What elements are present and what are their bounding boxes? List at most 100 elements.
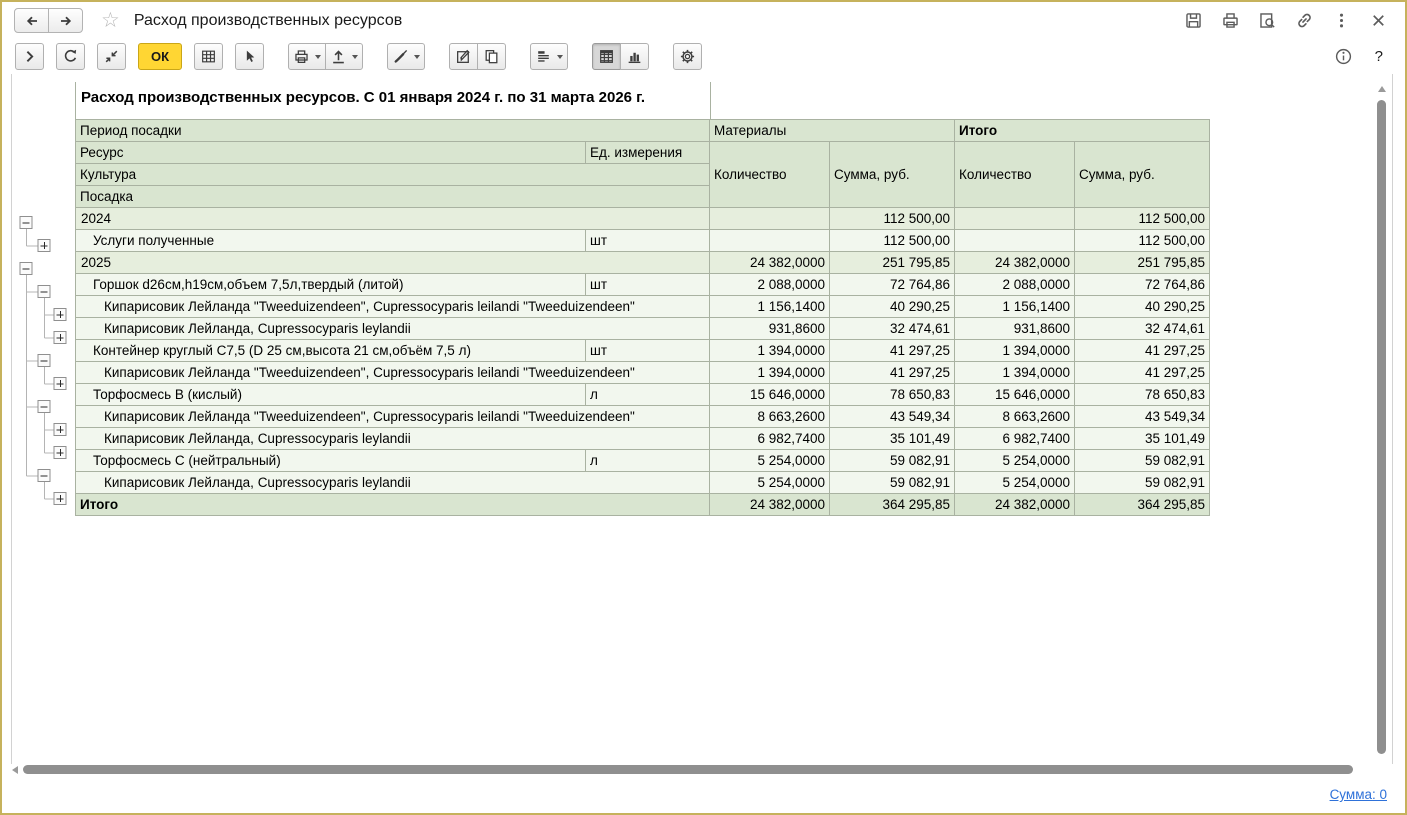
total-qty-cell[interactable]: 1 394,0000 <box>955 340 1075 362</box>
help-button[interactable]: ? <box>1375 48 1383 65</box>
refresh-button[interactable] <box>56 43 85 70</box>
total-sum-cell[interactable]: 41 297,25 <box>1075 362 1210 384</box>
scroll-left-arrow-icon[interactable] <box>12 766 18 774</box>
materials-sum-cell[interactable]: 35 101,49 <box>830 428 955 450</box>
materials-qty-cell[interactable]: 5 254,0000 <box>710 450 830 472</box>
total-sum-cell[interactable]: 43 549,34 <box>1075 406 1210 428</box>
sum-link[interactable]: Сумма: 0 <box>1330 787 1387 802</box>
chart-view-button[interactable] <box>620 43 649 70</box>
outline-levels-button[interactable] <box>530 43 568 70</box>
total-qty-cell[interactable]: 931,8600 <box>955 318 1075 340</box>
settings-button[interactable] <box>673 43 702 70</box>
more-icon[interactable] <box>1330 10 1352 32</box>
tree-expand-button[interactable] <box>54 447 66 459</box>
total-sum-cell[interactable]: 364 295,85 <box>1075 494 1210 516</box>
expand-settings-button[interactable] <box>15 43 44 70</box>
resource-cell[interactable]: Кипарисовик Лейланда "Tweeduizendeen", C… <box>76 362 710 384</box>
materials-sum-cell[interactable]: 59 082,91 <box>830 450 955 472</box>
materials-sum-cell[interactable]: 112 500,00 <box>830 208 955 230</box>
materials-sum-cell[interactable]: 40 290,25 <box>830 296 955 318</box>
format-button[interactable] <box>387 43 425 70</box>
forward-button[interactable] <box>48 8 83 33</box>
total-qty-cell[interactable]: 2 088,0000 <box>955 274 1075 296</box>
link-icon[interactable] <box>1293 10 1315 32</box>
total-qty-cell[interactable]: 5 254,0000 <box>955 450 1075 472</box>
materials-qty-cell[interactable]: 2 088,0000 <box>710 274 830 296</box>
horizontal-scrollbar[interactable] <box>10 763 1362 777</box>
pointer-mode-button[interactable] <box>235 43 264 70</box>
resource-cell[interactable]: 2025 <box>76 252 710 274</box>
unit-cell[interactable]: л <box>586 384 710 406</box>
materials-qty-cell[interactable] <box>710 230 830 252</box>
resource-cell[interactable]: Итого <box>76 494 710 516</box>
fit-window-button[interactable] <box>97 43 126 70</box>
print-button[interactable] <box>288 43 326 70</box>
total-qty-cell[interactable]: 6 982,7400 <box>955 428 1075 450</box>
materials-qty-cell[interactable]: 24 382,0000 <box>710 494 830 516</box>
total-qty-cell[interactable]: 15 646,0000 <box>955 384 1075 406</box>
total-qty-cell[interactable]: 5 254,0000 <box>955 472 1075 494</box>
total-sum-cell[interactable]: 251 795,85 <box>1075 252 1210 274</box>
unit-cell[interactable]: шт <box>586 340 710 362</box>
materials-qty-cell[interactable] <box>710 208 830 230</box>
unit-cell[interactable]: л <box>586 450 710 472</box>
tree-collapse-button[interactable] <box>20 217 32 229</box>
vertical-scrollbar[interactable] <box>1375 82 1389 765</box>
tree-collapse-button[interactable] <box>38 470 50 482</box>
grid-settings-button[interactable] <box>194 43 223 70</box>
tree-expand-button[interactable] <box>54 493 66 505</box>
materials-sum-cell[interactable]: 251 795,85 <box>830 252 955 274</box>
resource-cell[interactable]: Кипарисовик Лейланда "Tweeduizendeen", C… <box>76 296 710 318</box>
unit-cell[interactable]: шт <box>586 230 710 252</box>
total-sum-cell[interactable]: 78 650,83 <box>1075 384 1210 406</box>
total-qty-cell[interactable]: 1 394,0000 <box>955 362 1075 384</box>
save-export-button[interactable] <box>325 43 363 70</box>
tree-collapse-button[interactable] <box>20 263 32 275</box>
materials-qty-cell[interactable]: 6 982,7400 <box>710 428 830 450</box>
materials-qty-cell[interactable]: 5 254,0000 <box>710 472 830 494</box>
resource-cell[interactable]: 2024 <box>76 208 710 230</box>
resource-cell[interactable]: Кипарисовик Лейланда, Cupressocyparis le… <box>76 428 710 450</box>
materials-qty-cell[interactable]: 1 394,0000 <box>710 362 830 384</box>
edit-button[interactable] <box>449 43 478 70</box>
tree-collapse-button[interactable] <box>38 286 50 298</box>
tree-collapse-button[interactable] <box>38 401 50 413</box>
materials-sum-cell[interactable]: 59 082,91 <box>830 472 955 494</box>
materials-sum-cell[interactable]: 43 549,34 <box>830 406 955 428</box>
total-qty-cell[interactable]: 24 382,0000 <box>955 494 1075 516</box>
preview-icon[interactable] <box>1256 10 1278 32</box>
total-sum-cell[interactable]: 59 082,91 <box>1075 450 1210 472</box>
tree-expand-button[interactable] <box>54 332 66 344</box>
materials-sum-cell[interactable]: 72 764,86 <box>830 274 955 296</box>
materials-qty-cell[interactable]: 1 156,1400 <box>710 296 830 318</box>
total-qty-cell[interactable]: 24 382,0000 <box>955 252 1075 274</box>
materials-sum-cell[interactable]: 32 474,61 <box>830 318 955 340</box>
copy-button[interactable] <box>477 43 506 70</box>
back-button[interactable] <box>14 8 49 33</box>
materials-sum-cell[interactable]: 41 297,25 <box>830 362 955 384</box>
total-qty-cell[interactable] <box>955 208 1075 230</box>
total-qty-cell[interactable]: 1 156,1400 <box>955 296 1075 318</box>
resource-cell[interactable]: Кипарисовик Лейланда, Cupressocyparis le… <box>76 318 710 340</box>
tree-expand-button[interactable] <box>54 378 66 390</box>
materials-qty-cell[interactable]: 931,8600 <box>710 318 830 340</box>
resource-cell[interactable]: Торфосмесь В (кислый) <box>76 384 586 406</box>
favorite-star-icon[interactable]: ☆ <box>101 10 120 31</box>
total-sum-cell[interactable]: 32 474,61 <box>1075 318 1210 340</box>
close-icon[interactable] <box>1367 10 1389 32</box>
tree-expand-button[interactable] <box>38 240 50 252</box>
materials-sum-cell[interactable]: 364 295,85 <box>830 494 955 516</box>
total-qty-cell[interactable]: 8 663,2600 <box>955 406 1075 428</box>
total-sum-cell[interactable]: 40 290,25 <box>1075 296 1210 318</box>
total-sum-cell[interactable]: 72 764,86 <box>1075 274 1210 296</box>
table-view-button[interactable] <box>592 43 621 70</box>
unit-cell[interactable]: шт <box>586 274 710 296</box>
materials-qty-cell[interactable]: 15 646,0000 <box>710 384 830 406</box>
save-icon[interactable] <box>1182 10 1204 32</box>
total-sum-cell[interactable]: 59 082,91 <box>1075 472 1210 494</box>
info-icon[interactable] <box>1333 46 1355 68</box>
resource-cell[interactable]: Торфосмесь С (нейтральный) <box>76 450 586 472</box>
tree-expand-button[interactable] <box>54 309 66 321</box>
tree-expand-button[interactable] <box>54 424 66 436</box>
print-icon[interactable] <box>1219 10 1241 32</box>
